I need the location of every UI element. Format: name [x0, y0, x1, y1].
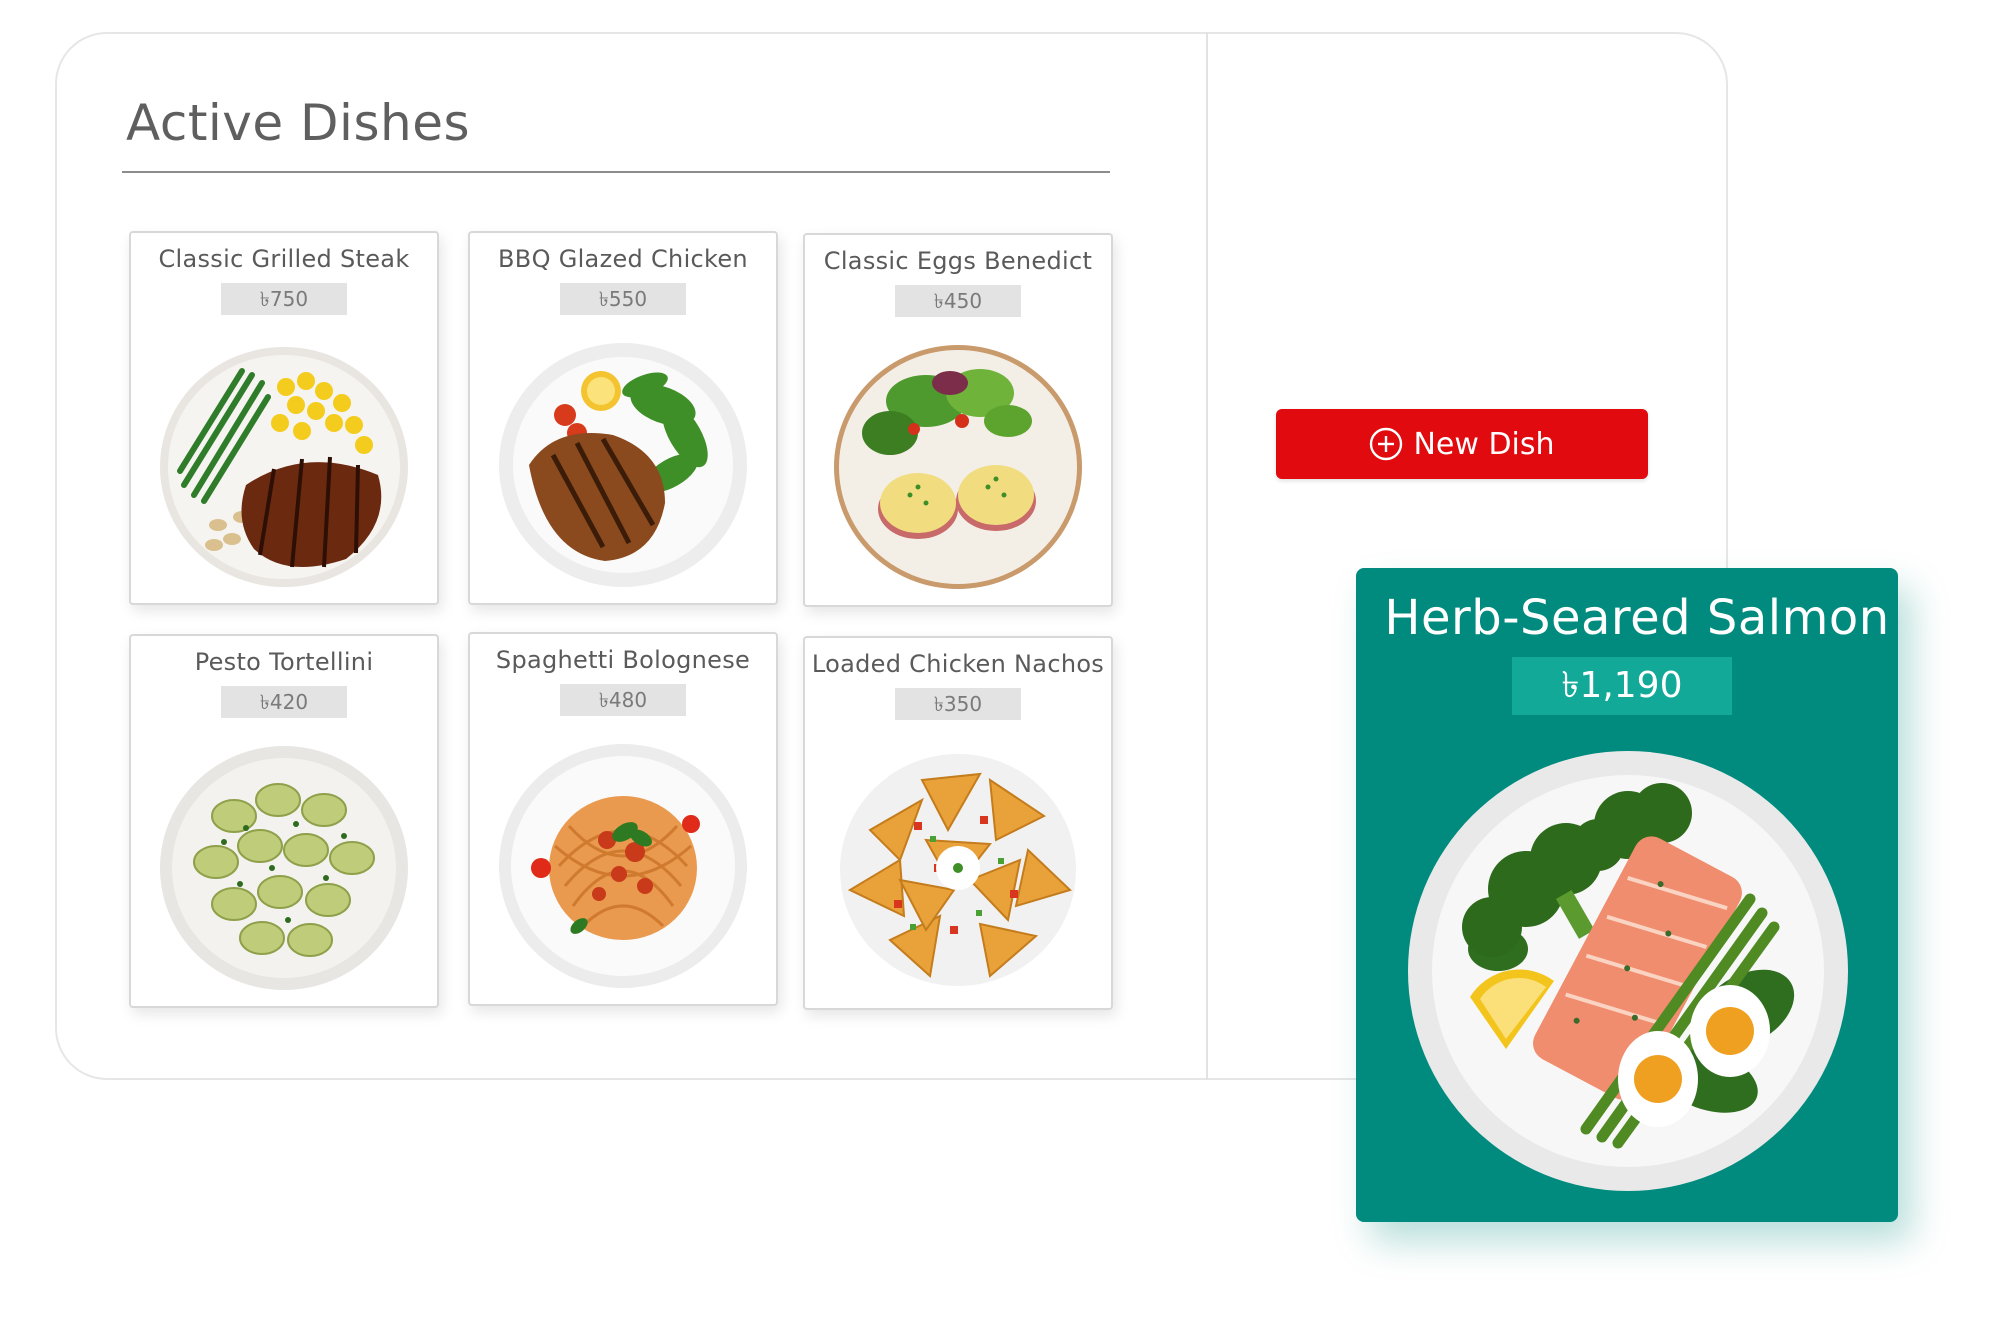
plus-circle-icon: [1370, 427, 1403, 461]
dish-name: BBQ Glazed Chicken: [498, 245, 748, 273]
dish-price: ৳450: [895, 285, 1021, 317]
salmon-plate-image: [1408, 751, 1848, 1191]
panel-divider: [1206, 32, 1208, 1080]
nachos-plate-image: [840, 754, 1076, 986]
featured-dish-price: ৳1,190: [1512, 657, 1732, 715]
featured-dish-card[interactable]: Herb-Seared Salmon ৳1,190: [1356, 568, 1898, 1222]
dish-price: ৳480: [560, 684, 686, 716]
dish-card[interactable]: BBQ Glazed Chicken ৳550: [468, 231, 778, 605]
dish-card[interactable]: Loaded Chicken Nachos ৳350: [803, 636, 1113, 1010]
title-underline: [122, 171, 1110, 173]
dish-name: Loaded Chicken Nachos: [811, 650, 1105, 678]
featured-dish-name: Herb-Seared Salmon: [1384, 590, 1890, 646]
dish-card[interactable]: Spaghetti Bolognese ৳480: [468, 632, 778, 1006]
dish-name: Classic Eggs Benedict: [823, 247, 1093, 275]
dish-name: Classic Grilled Steak: [158, 245, 410, 273]
dish-name: Spaghetti Bolognese: [495, 646, 751, 674]
dish-price: ৳350: [895, 688, 1021, 720]
dish-name: Pesto Tortellini: [194, 648, 374, 676]
tortellini-bowl-image: [160, 746, 408, 990]
dish-manager-screen: Active Dishes Classic Grilled Steak ৳750: [0, 0, 1995, 1334]
dish-card[interactable]: Classic Grilled Steak ৳750: [129, 231, 439, 605]
spaghetti-plate-image: [499, 744, 747, 988]
dish-card[interactable]: Classic Eggs Benedict ৳450: [803, 233, 1113, 607]
steak-plate-image: [160, 347, 408, 587]
dish-price: ৳750: [221, 283, 347, 315]
dish-price: ৳550: [560, 283, 686, 315]
new-dish-label: New Dish: [1413, 426, 1555, 462]
new-dish-button[interactable]: New Dish: [1276, 409, 1648, 479]
page-title: Active Dishes: [126, 94, 470, 152]
dish-price: ৳420: [221, 686, 347, 718]
eggs-benedict-plate-image: [834, 345, 1082, 589]
dish-card[interactable]: Pesto Tortellini ৳420: [129, 634, 439, 1008]
chicken-plate-image: [499, 343, 747, 587]
